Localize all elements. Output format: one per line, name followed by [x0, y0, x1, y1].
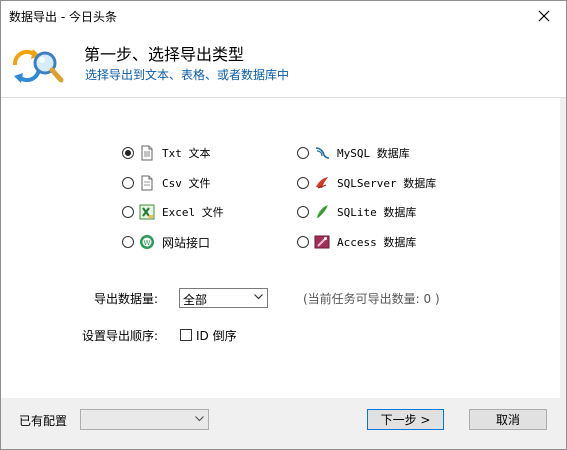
- option-access[interactable]: Access 数据库: [297, 233, 416, 251]
- order-label: 设置导出顺序:: [82, 329, 159, 343]
- radio-web-api[interactable]: [122, 236, 134, 248]
- option-sqlserver-label: SQLServer 数据库: [337, 177, 437, 190]
- title-bar[interactable]: 数据导出 - 今日头条: [1, 1, 566, 31]
- window-title: 数据导出 - 今日头条: [9, 10, 117, 24]
- cancel-button[interactable]: 取消: [469, 409, 547, 430]
- option-mysql[interactable]: MySQL 数据库: [297, 144, 410, 162]
- export-dialog: 数据导出 - 今日头条 第一步、选择导出类型 选择导出到文本、表格、或者数据库中: [0, 0, 567, 450]
- close-button[interactable]: [522, 1, 566, 31]
- chevron-down-icon: [195, 416, 204, 422]
- sqlserver-icon: [316, 177, 328, 189]
- sqlite-icon: [317, 205, 328, 218]
- id-desc-label: ID 倒序: [196, 329, 237, 343]
- amount-select-value: 全部: [183, 293, 208, 307]
- option-access-label: Access 数据库: [337, 236, 417, 249]
- options-panel: Txt 文本 Csv 文件 Excel 文件 W 网站接口 MySQL 数据库 …: [1, 98, 560, 398]
- id-desc-checkbox[interactable]: [180, 329, 192, 341]
- mysql-icon: [315, 147, 330, 159]
- radio-sqlserver[interactable]: [297, 177, 309, 189]
- step-title: 第一步、选择导出类型: [84, 45, 245, 64]
- option-sqlserver[interactable]: SQLServer 数据库: [297, 174, 436, 192]
- radio-mysql[interactable]: [297, 147, 309, 159]
- amount-select[interactable]: 全部: [179, 288, 268, 308]
- radio-csv[interactable]: [122, 177, 134, 189]
- amount-label: 导出数据量:: [94, 292, 159, 306]
- radio-txt[interactable]: [122, 147, 134, 159]
- svg-text:W: W: [144, 239, 151, 247]
- radio-sqlite[interactable]: [297, 206, 309, 218]
- step-subtitle: 选择导出到文本、表格、或者数据库中: [85, 68, 290, 82]
- option-txt-label: Txt 文本: [162, 147, 211, 160]
- exportable-count-hint: (当前任务可导出数量: 0 ): [303, 292, 440, 306]
- wizard-header: 第一步、选择导出类型 选择导出到文本、表格、或者数据库中: [1, 31, 566, 98]
- option-csv-label: Csv 文件: [162, 177, 211, 190]
- text-file-icon: [141, 145, 153, 161]
- next-button[interactable]: 下一步 >: [367, 409, 444, 430]
- access-icon: [314, 235, 330, 249]
- option-mysql-label: MySQL 数据库: [337, 147, 410, 160]
- option-txt[interactable]: Txt 文本: [122, 144, 211, 162]
- option-sqlite[interactable]: SQLite 数据库: [297, 203, 416, 221]
- panel-edge: [560, 98, 566, 398]
- option-csv[interactable]: Csv 文件: [122, 174, 211, 192]
- csv-file-icon: [141, 175, 153, 191]
- radio-access[interactable]: [297, 236, 309, 248]
- option-excel-label: Excel 文件: [162, 206, 224, 219]
- option-sqlite-label: SQLite 数据库: [337, 206, 417, 219]
- excel-icon: [139, 204, 155, 220]
- close-icon: [538, 10, 550, 22]
- web-api-icon: W: [140, 235, 154, 249]
- radio-excel[interactable]: [122, 206, 134, 218]
- option-web-api[interactable]: W 网站接口: [122, 233, 210, 251]
- existing-config-label: 已有配置: [19, 414, 68, 428]
- option-excel[interactable]: Excel 文件: [122, 203, 224, 221]
- chevron-down-icon: [254, 294, 263, 300]
- existing-config-select[interactable]: [80, 409, 209, 430]
- export-refresh-search-icon: [12, 49, 64, 83]
- option-web-api-label: 网站接口: [162, 235, 211, 250]
